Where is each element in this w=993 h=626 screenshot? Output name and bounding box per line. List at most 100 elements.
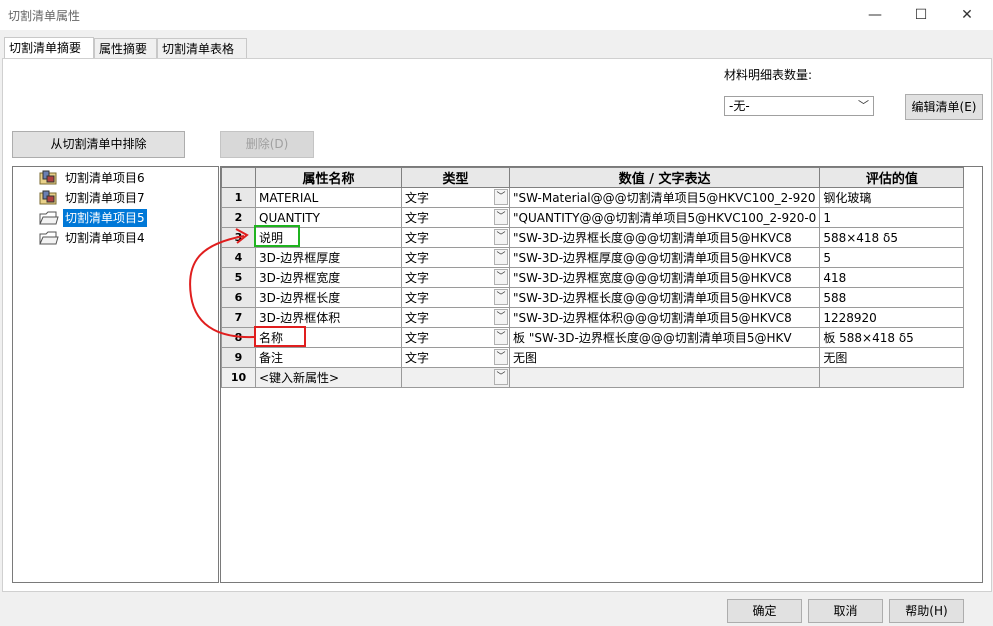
type-value: 文字: [405, 271, 430, 285]
value-expression-cell[interactable]: "QUANTITY@@@切割清单项目5@HKVC100_2-920-0: [508, 207, 821, 228]
column-header-type[interactable]: 类型: [401, 167, 510, 188]
type-cell[interactable]: 文字 ﹀: [401, 267, 510, 288]
property-name-cell[interactable]: MATERIAL: [255, 187, 402, 208]
column-header-value-expression[interactable]: 数值 / 文字表达: [508, 167, 821, 188]
chevron-down-icon[interactable]: ﹀: [494, 369, 508, 385]
type-value: 文字: [405, 351, 430, 365]
row-number[interactable]: 3: [221, 227, 256, 248]
tree-item-cutlist-7[interactable]: 切割清单项目7: [39, 189, 147, 207]
tree-item-label: 切割清单项目7: [65, 191, 145, 205]
chevron-down-icon[interactable]: ﹀: [494, 229, 508, 245]
table-row: 3 说明 文字 ﹀ "SW-3D-边界框长度@@@切割清单项目5@HKVC8 58…: [221, 227, 965, 248]
table-row: 9 备注 文字 ﹀ 无图 无图: [221, 347, 965, 368]
property-grid: 属性名称 类型 数值 / 文字表达 评估的值 1 MATERIAL 文字 ﹀ "S…: [220, 166, 983, 583]
value-expression-cell[interactable]: "SW-3D-边界框厚度@@@切割清单项目5@HKVC8: [508, 247, 821, 268]
value-expression-cell[interactable]: 板 "SW-3D-边界框长度@@@切割清单项目5@HKV: [508, 327, 821, 348]
property-name-cell[interactable]: 备注: [255, 347, 402, 368]
row-number[interactable]: 8: [221, 327, 256, 348]
column-header-evaluated-value[interactable]: 评估的值: [819, 167, 965, 188]
tab-property-summary[interactable]: 属性摘要: [94, 38, 157, 58]
type-value: 文字: [405, 251, 430, 265]
evaluated-value-cell: 418: [819, 267, 965, 288]
bom-quantity-select[interactable]: -无- ﹀: [724, 96, 874, 116]
type-cell[interactable]: 文字 ﹀: [401, 347, 510, 368]
chevron-down-icon[interactable]: ﹀: [494, 349, 508, 365]
table-row: 8 名称 文字 ﹀ 板 "SW-3D-边界框长度@@@切割清单项目5@HKV 板 …: [221, 327, 965, 348]
evaluated-value-cell: 5: [819, 247, 965, 268]
type-cell[interactable]: 文字 ﹀: [401, 187, 510, 208]
value-expression-cell[interactable]: 无图: [508, 347, 821, 368]
exclude-from-cutlist-button[interactable]: 从切割清单中排除: [12, 131, 185, 158]
cancel-button[interactable]: 取消: [808, 599, 883, 623]
minimize-button[interactable]: —: [852, 0, 898, 30]
row-number[interactable]: 5: [221, 267, 256, 288]
row-number[interactable]: 10: [221, 367, 256, 388]
table-row: 7 3D-边界框体积 文字 ﹀ "SW-3D-边界框体积@@@切割清单项目5@HK…: [221, 307, 965, 328]
row-number[interactable]: 2: [221, 207, 256, 228]
row-number[interactable]: 9: [221, 347, 256, 368]
weldment-icon: [39, 190, 59, 206]
value-expression-cell[interactable]: "SW-Material@@@切割清单项目5@HKVC100_2-920: [508, 187, 821, 208]
value-expression-cell[interactable]: [508, 367, 821, 388]
edit-list-button[interactable]: 编辑清单(E): [905, 94, 983, 120]
row-number[interactable]: 6: [221, 287, 256, 308]
value-expression-cell[interactable]: "SW-3D-边界框体积@@@切割清单项目5@HKVC8: [508, 307, 821, 328]
row-number[interactable]: 4: [221, 247, 256, 268]
tree-item-cutlist-5[interactable]: 切割清单项目5: [39, 209, 147, 227]
tree-item-cutlist-6[interactable]: 切割清单项目6: [39, 169, 147, 187]
type-cell[interactable]: 文字 ﹀: [401, 247, 510, 268]
evaluated-value-cell: 钢化玻璃: [819, 187, 965, 208]
property-name-cell[interactable]: 3D-边界框宽度: [255, 267, 402, 288]
column-header-property-name[interactable]: 属性名称: [255, 167, 402, 188]
table-row: 6 3D-边界框长度 文字 ﹀ "SW-3D-边界框长度@@@切割清单项目5@HK…: [221, 287, 965, 308]
tree-item-cutlist-4[interactable]: 切割清单项目4: [39, 229, 147, 247]
chevron-down-icon[interactable]: ﹀: [494, 269, 508, 285]
type-cell[interactable]: 文字 ﹀: [401, 207, 510, 228]
table-row: 5 3D-边界框宽度 文字 ﹀ "SW-3D-边界框宽度@@@切割清单项目5@HK…: [221, 267, 965, 288]
property-name-cell[interactable]: 3D-边界框体积: [255, 307, 402, 328]
type-cell[interactable]: 文字 ﹀: [401, 307, 510, 328]
tree-item-label: 切割清单项目4: [65, 231, 145, 245]
tab-cutlist-summary[interactable]: 切割清单摘要: [4, 37, 94, 59]
row-number[interactable]: 1: [221, 187, 256, 208]
type-value: 文字: [405, 311, 430, 325]
tree-item-label: 切割清单项目5: [63, 209, 147, 227]
maximize-button[interactable]: ☐: [898, 0, 944, 30]
type-cell[interactable]: ﹀: [401, 367, 510, 388]
table-row: 4 3D-边界框厚度 文字 ﹀ "SW-3D-边界框厚度@@@切割清单项目5@HK…: [221, 247, 965, 268]
type-value: 文字: [405, 211, 430, 225]
chevron-down-icon: ﹀: [858, 99, 869, 112]
table-row: 1 MATERIAL 文字 ﹀ "SW-Material@@@切割清单项目5@HK…: [221, 187, 965, 208]
window-title: 切割清单属性: [8, 9, 81, 23]
cutlist-tree: 切割清单项目6 切割清单项目7 切割清单项目5 切割清单项目4: [12, 166, 219, 583]
type-cell[interactable]: 文字 ﹀: [401, 227, 510, 248]
chevron-down-icon[interactable]: ﹀: [494, 329, 508, 345]
property-table: 属性名称 类型 数值 / 文字表达 评估的值 1 MATERIAL 文字 ﹀ "S…: [221, 167, 965, 388]
ok-button[interactable]: 确定: [727, 599, 802, 623]
value-expression-cell[interactable]: "SW-3D-边界框长度@@@切割清单项目5@HKVC8: [508, 287, 821, 308]
type-cell[interactable]: 文字 ﹀: [401, 327, 510, 348]
type-cell[interactable]: 文字 ﹀: [401, 287, 510, 308]
bom-quantity-value: -无-: [729, 99, 750, 113]
value-expression-cell[interactable]: "SW-3D-边界框长度@@@切割清单项目5@HKVC8: [508, 227, 821, 248]
delete-button[interactable]: 删除(D): [220, 131, 314, 158]
evaluated-value-cell: 无图: [819, 347, 965, 368]
type-value: 文字: [405, 191, 430, 205]
help-button[interactable]: 帮助(H): [889, 599, 964, 623]
close-button[interactable]: ✕: [944, 0, 990, 30]
property-name-cell[interactable]: 3D-边界框长度: [255, 287, 402, 308]
chevron-down-icon[interactable]: ﹀: [494, 189, 508, 205]
type-value: 文字: [405, 291, 430, 305]
row-number[interactable]: 7: [221, 307, 256, 328]
value-expression-cell[interactable]: "SW-3D-边界框宽度@@@切割清单项目5@HKVC8: [508, 267, 821, 288]
table-row: 2 QUANTITY 文字 ﹀ "QUANTITY@@@切割清单项目5@HKVC1…: [221, 207, 965, 228]
chevron-down-icon[interactable]: ﹀: [494, 209, 508, 225]
chevron-down-icon[interactable]: ﹀: [494, 289, 508, 305]
weldment-icon: [39, 170, 59, 186]
column-header-rownum: [221, 167, 256, 188]
chevron-down-icon[interactable]: ﹀: [494, 249, 508, 265]
chevron-down-icon[interactable]: ﹀: [494, 309, 508, 325]
new-property-input[interactable]: <键入新属性>: [255, 367, 402, 388]
property-name-cell[interactable]: 3D-边界框厚度: [255, 247, 402, 268]
tab-cutlist-table[interactable]: 切割清单表格: [157, 38, 247, 58]
